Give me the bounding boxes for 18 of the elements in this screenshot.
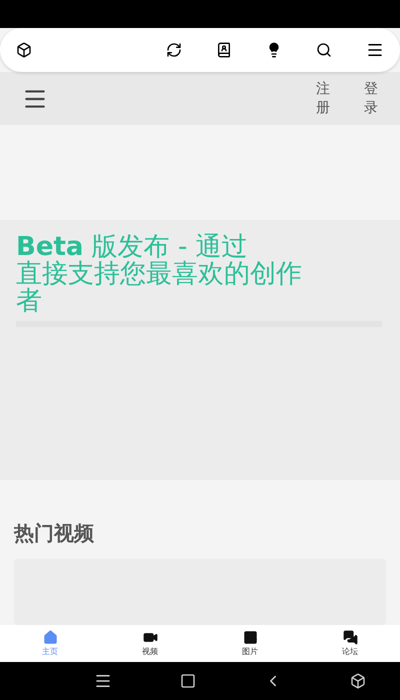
video-icon [142, 630, 158, 645]
home-button-icon[interactable] [180, 673, 196, 689]
contact-book-icon[interactable] [216, 42, 232, 58]
nav-tab[interactable]: 论坛 [300, 625, 400, 662]
forum-icon [342, 630, 358, 645]
home-icon [42, 630, 58, 645]
nav-tab[interactable]: 图片 [200, 625, 300, 662]
section-title: 热门视频 [14, 520, 95, 547]
search-icon[interactable] [316, 42, 332, 58]
refresh-icon[interactable] [166, 42, 182, 58]
banner-title: Beta 版发布 - 通过 [16, 234, 248, 261]
menu-icon[interactable] [366, 41, 384, 59]
banner-title: 直接支持您最喜欢的创作者 [16, 261, 303, 315]
menu-icon[interactable] [94, 672, 112, 690]
nav-tab[interactable]: 视频 [100, 625, 200, 662]
header-link[interactable]: 注册 [316, 80, 330, 117]
header-link[interactable]: 登录 [364, 80, 378, 117]
cube-icon[interactable] [16, 42, 32, 58]
